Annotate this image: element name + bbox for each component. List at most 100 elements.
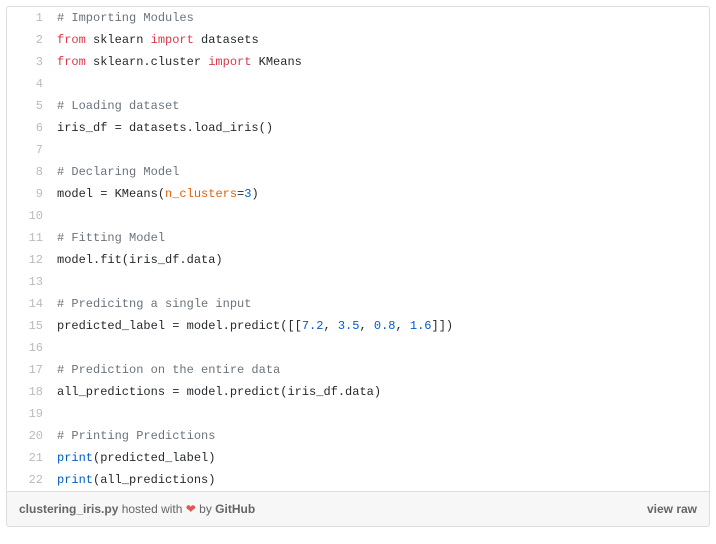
code-row: 21print(predicted_label) [7,447,709,469]
code-row: 13 [7,271,709,293]
line-number: 2 [7,29,53,51]
code-token: import [151,33,194,47]
code-token: # Declaring Model [57,165,179,179]
gist-meta-left: clustering_iris.py hosted with ❤ by GitH… [19,502,255,516]
line-content[interactable]: # Predicitng a single input [53,293,251,315]
line-number: 3 [7,51,53,73]
code-token: (predicted_label) [93,451,215,465]
code-token: model = KMeans( [57,187,165,201]
line-number: 19 [7,403,53,425]
code-row: 7 [7,139,709,161]
code-token: import [208,55,251,69]
line-content[interactable]: # Loading dataset [53,95,179,117]
code-token: print [57,473,93,487]
line-content[interactable]: # Fitting Model [53,227,165,249]
code-row: 12model.fit(iris_df.data) [7,249,709,271]
code-token: # Fitting Model [57,231,165,245]
code-token: print [57,451,93,465]
code-token: sklearn.cluster [86,55,208,69]
line-number: 6 [7,117,53,139]
code-row: 9model = KMeans(n_clusters=3) [7,183,709,205]
code-token: datasets [194,33,259,47]
code-row: 5 # Loading dataset [7,95,709,117]
line-number: 14 [7,293,53,315]
code-token: # Prediction on the entire data [57,363,280,377]
line-content[interactable]: iris_df = datasets.load_iris() [53,117,273,139]
line-number: 12 [7,249,53,271]
line-content[interactable] [53,205,64,227]
code-row: 3from sklearn.cluster import KMeans [7,51,709,73]
code-row: 2from sklearn import datasets [7,29,709,51]
line-content[interactable] [53,271,64,293]
gist-container: 1# Importing Modules2from sklearn import… [6,6,710,527]
line-content[interactable]: print(all_predictions) [53,469,215,491]
code-token: , [323,319,337,333]
line-content[interactable] [53,73,64,95]
line-content[interactable]: predicted_label = model.predict([[7.2, 3… [53,315,453,337]
line-content[interactable]: from sklearn import datasets [53,29,259,51]
line-content[interactable]: # Prediction on the entire data [53,359,280,381]
gist-meta-bar: clustering_iris.py hosted with ❤ by GitH… [7,491,709,526]
line-number: 20 [7,425,53,447]
code-row: 20 # Printing Predictions [7,425,709,447]
line-number: 9 [7,183,53,205]
line-number: 1 [7,7,53,29]
code-token: 0.8 [374,319,396,333]
line-content[interactable] [53,403,64,425]
code-token: 3.5 [338,319,360,333]
hosted-text: hosted with [118,502,185,516]
line-content[interactable] [53,337,64,359]
code-token: ]]) [432,319,454,333]
code-token: (all_predictions) [93,473,215,487]
line-number: 7 [7,139,53,161]
code-token: 7.2 [302,319,324,333]
line-content[interactable]: # Importing Modules [53,7,194,29]
line-content[interactable]: model.fit(iris_df.data) [53,249,223,271]
code-row: 10 [7,205,709,227]
code-token: predicted_label = model.predict([[ [57,319,302,333]
line-number: 11 [7,227,53,249]
code-row: 16 [7,337,709,359]
line-number: 8 [7,161,53,183]
line-content[interactable]: from sklearn.cluster import KMeans [53,51,302,73]
line-content[interactable]: print(predicted_label) [53,447,215,469]
github-link[interactable]: GitHub [215,502,255,516]
code-row: 8 # Declaring Model [7,161,709,183]
line-number: 18 [7,381,53,403]
code-token: n_clusters [165,187,237,201]
line-number: 13 [7,271,53,293]
line-content[interactable] [53,139,64,161]
line-number: 15 [7,315,53,337]
code-row: 15predicted_label = model.predict([[7.2,… [7,315,709,337]
by-text: by [196,502,215,516]
line-number: 10 [7,205,53,227]
code-row: 14 # Predicitng a single input [7,293,709,315]
code-token: , [359,319,373,333]
code-token: from [57,33,86,47]
line-content[interactable]: all_predictions = model.predict(iris_df.… [53,381,381,403]
line-content[interactable]: # Declaring Model [53,161,179,183]
line-content[interactable]: # Printing Predictions [53,425,215,447]
code-row: 22print(all_predictions) [7,469,709,491]
code-row: 19 [7,403,709,425]
code-area: 1# Importing Modules2from sklearn import… [7,7,709,491]
line-content[interactable]: model = KMeans(n_clusters=3) [53,183,259,205]
gist-filename-link[interactable]: clustering_iris.py [19,502,118,516]
code-token: # Importing Modules [57,11,194,25]
heart-icon: ❤ [186,502,196,516]
view-raw-link[interactable]: view raw [647,502,697,516]
code-token: ) [251,187,258,201]
line-number: 5 [7,95,53,117]
code-token: # Loading dataset [57,99,179,113]
code-token: # Predicitng a single input [57,297,251,311]
code-token: all_predictions = model.predict(iris_df.… [57,385,381,399]
code-token: KMeans [251,55,301,69]
code-row: 1 # Importing Modules [7,7,709,29]
code-token: # Printing Predictions [57,429,215,443]
code-row: 4 [7,73,709,95]
code-row: 17# Prediction on the entire data [7,359,709,381]
code-token: sklearn [86,33,151,47]
code-row: 6iris_df = datasets.load_iris() [7,117,709,139]
code-token: from [57,55,86,69]
line-number: 4 [7,73,53,95]
